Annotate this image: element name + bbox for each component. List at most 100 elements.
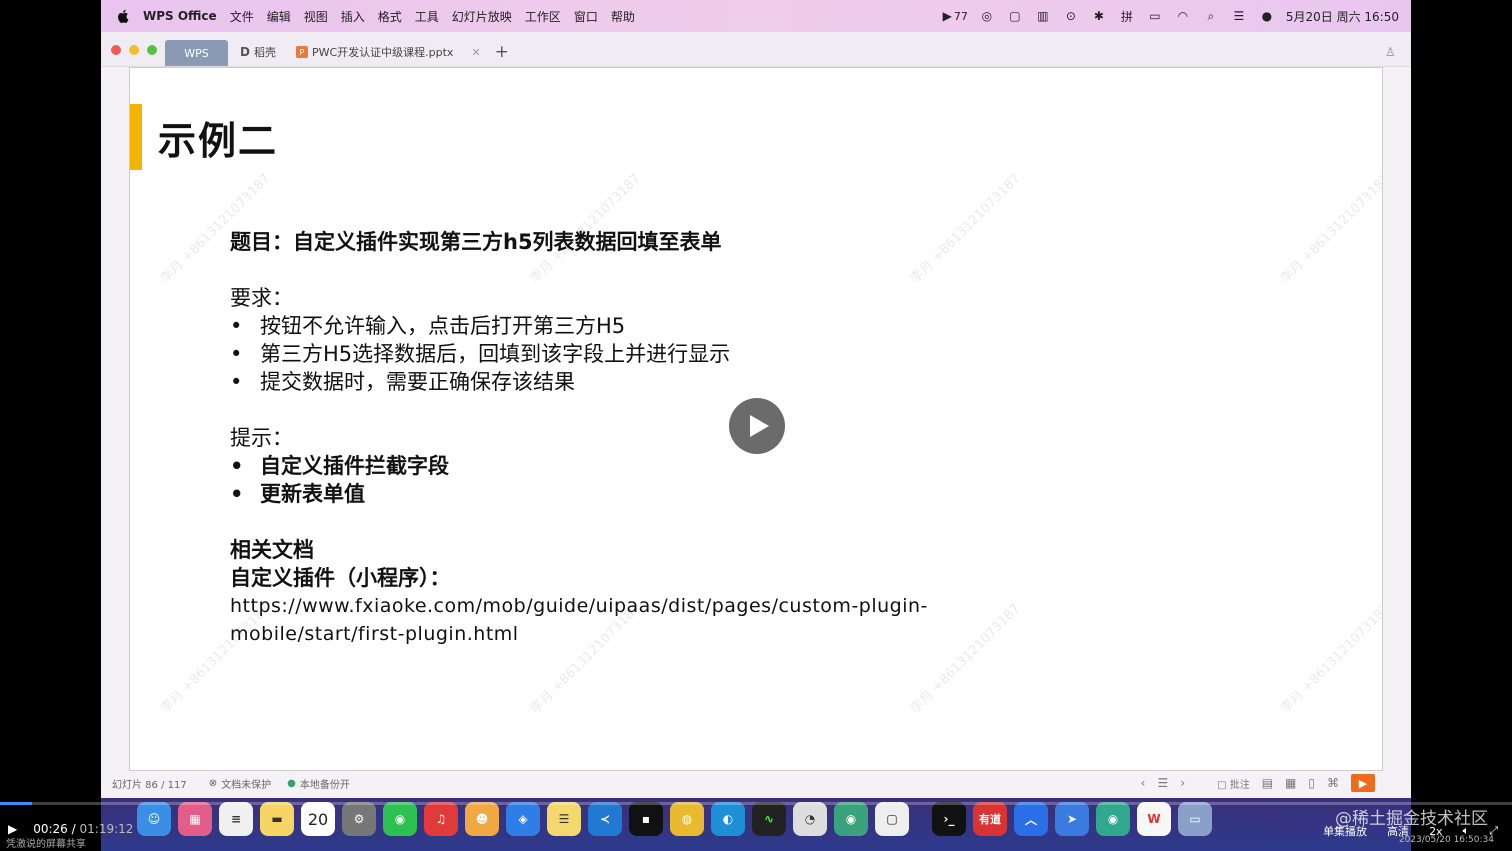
- menu-status-area: ▶ 77 ◎ ▢ ▥ ⊙ ✱ 拼 ▭ ◠ ⌕ ☰ ● 5月20日 周六 16:50: [943, 0, 1399, 32]
- game-app-icon[interactable]: ☻: [465, 802, 499, 836]
- outline-icon[interactable]: ☰: [1157, 776, 1168, 790]
- window-titlebar: WPS D 稻壳 P PWC开发认证中级课程.pptx ✕ + ♙: [101, 32, 1411, 67]
- notes-icon[interactable]: ▬: [260, 802, 294, 836]
- menu-datetime[interactable]: 5月20日 周六 16:50: [1286, 8, 1399, 25]
- menu-tools[interactable]: 工具: [415, 8, 439, 25]
- netease-music-icon[interactable]: ♫: [424, 802, 458, 836]
- search-icon[interactable]: ⌕: [1202, 9, 1220, 23]
- wps-window: WPS D 稻壳 P PWC开发认证中级课程.pptx ✕ + ♙ 示例二 李月…: [101, 32, 1411, 798]
- menu-window[interactable]: 窗口: [574, 8, 598, 25]
- reminders-icon[interactable]: ≡: [219, 802, 253, 836]
- menu-app-name[interactable]: WPS Office: [143, 9, 217, 23]
- player-total-time: 01:19:12: [79, 822, 134, 836]
- youdao-icon[interactable]: 有道: [973, 802, 1007, 836]
- annotate-button[interactable]: □ 批注: [1217, 776, 1250, 791]
- player-play-icon[interactable]: ▶: [8, 822, 17, 836]
- hint-item: • 自定义插件拦截字段: [230, 454, 449, 478]
- sync-icon[interactable]: ◎: [978, 9, 996, 23]
- question-text: 题目：自定义插件实现第三方h5列表数据回填至表单: [230, 230, 722, 254]
- normal-view-icon[interactable]: ▤: [1262, 776, 1273, 790]
- play-circle-icon[interactable]: ⊙: [1062, 9, 1080, 23]
- close-window-button[interactable]: [111, 45, 121, 55]
- tab-document[interactable]: P PWC开发认证中级课程.pptx ✕: [295, 44, 481, 60]
- status-bar: 幻灯片 86 / 117 ⊗ 文档未保护 ● 本地备份开 ‹ ☰ › □ 批注 …: [101, 772, 1411, 794]
- keyboard-icon[interactable]: ▥: [1034, 9, 1052, 23]
- new-tab-button[interactable]: +: [495, 42, 509, 62]
- menu-workspace[interactable]: 工作区: [525, 8, 561, 25]
- chat-app-icon[interactable]: ◔: [793, 802, 827, 836]
- player-current-time: 00:26: [33, 822, 68, 836]
- tab-wps-home[interactable]: WPS: [165, 40, 228, 66]
- pptx-file-icon: P: [295, 46, 308, 58]
- player-controls-left: ▶ 00:26 / 01:19:12: [8, 822, 133, 836]
- tab-document-label: PWC开发认证中级课程.pptx: [311, 46, 454, 59]
- simulator-icon[interactable]: ▢: [875, 802, 909, 836]
- menu-slideshow[interactable]: 幻灯片放映: [452, 8, 512, 25]
- bluetooth-icon[interactable]: ✱: [1090, 9, 1108, 23]
- requirements-label: 要求：: [230, 286, 293, 310]
- terminal-icon[interactable]: ▪: [629, 802, 663, 836]
- finder-icon[interactable]: ☺: [137, 802, 171, 836]
- menu-format[interactable]: 格式: [378, 8, 402, 25]
- slideshow-play-button[interactable]: ▶: [1351, 774, 1375, 792]
- wps-office-icon[interactable]: W: [1137, 802, 1171, 836]
- slide-canvas[interactable]: 示例二 李月 +8613121073187 李月 +8613121073187 …: [129, 67, 1383, 771]
- grid-view-icon[interactable]: ▦: [1285, 776, 1296, 790]
- app-icon-green[interactable]: ◉: [834, 802, 868, 836]
- stickies-icon[interactable]: ☰: [547, 802, 581, 836]
- doc-url-line-1: https://www.fxiaoke.com/mob/guide/uipaas…: [230, 595, 928, 617]
- user-avatar-icon[interactable]: ♙: [1385, 45, 1399, 59]
- screen-share-label: 凭激说的屏幕共享: [6, 839, 86, 850]
- chrome-icon[interactable]: ◍: [670, 802, 704, 836]
- menu-insert[interactable]: 插入: [341, 8, 365, 25]
- feishu-icon[interactable]: ︿: [1014, 802, 1048, 836]
- requirement-item: • 按钮不允许输入，点击后打开第三方H5: [230, 314, 626, 338]
- video-progress-bar[interactable]: [0, 802, 1512, 805]
- wechat-icon[interactable]: ◉: [383, 802, 417, 836]
- tab-docer[interactable]: D 稻壳: [240, 44, 276, 60]
- launchpad-icon[interactable]: ▦: [178, 802, 212, 836]
- menu-help[interactable]: 帮助: [611, 8, 635, 25]
- input-method-icon[interactable]: 拼: [1118, 9, 1136, 24]
- calendar-icon[interactable]: 20: [301, 802, 335, 836]
- battery-icon[interactable]: ▭: [1146, 9, 1164, 23]
- camera-icon[interactable]: ⌘: [1327, 776, 1339, 790]
- next-slide-icon[interactable]: ›: [1180, 776, 1185, 790]
- menu-view[interactable]: 视图: [304, 8, 328, 25]
- slide-counter[interactable]: 幻灯片 86 / 117: [112, 776, 187, 791]
- vscode-icon[interactable]: ≺: [588, 802, 622, 836]
- reading-view-icon[interactable]: ▯: [1308, 776, 1315, 790]
- app-icon-teal[interactable]: ◉: [1096, 802, 1130, 836]
- tab-docer-label: 稻壳: [253, 46, 276, 59]
- dock-icons: ☺ ▦ ≡ ▬ 20 ⚙ ◉ ♫ ☻ ◈ ☰ ≺ ▪ ◍ ◐ ∿ ◔ ◉ ▢ ›…: [137, 802, 1212, 836]
- maximize-window-button[interactable]: [147, 45, 157, 55]
- menu-file[interactable]: 文件: [230, 8, 254, 25]
- prev-slide-icon[interactable]: ‹: [1141, 776, 1146, 790]
- hints-label: 提示：: [230, 426, 293, 450]
- screen-capture: WPS Office 文件 编辑 视图 插入 格式 工具 幻灯片放映 工作区 窗…: [101, 0, 1411, 851]
- doc-protection[interactable]: ⊗ 文档未保护: [209, 776, 271, 791]
- tab-close-icon[interactable]: ✕: [471, 46, 480, 59]
- minimize-window-button[interactable]: [129, 45, 139, 55]
- docs-sub-label: 自定义插件（小程序）：: [230, 566, 451, 590]
- system-settings-icon[interactable]: ⚙: [342, 802, 376, 836]
- edge-icon[interactable]: ◐: [711, 802, 745, 836]
- video-play-button[interactable]: [729, 398, 785, 454]
- siri-icon[interactable]: ●: [1258, 9, 1276, 23]
- cursor-app-count: 77: [953, 9, 968, 23]
- play-icon: [750, 415, 769, 437]
- screenshot-app-icon[interactable]: ▭: [1178, 802, 1212, 836]
- lark-icon[interactable]: ➤: [1055, 802, 1089, 836]
- control-center-icon[interactable]: ☰: [1230, 9, 1248, 23]
- apple-icon[interactable]: [117, 9, 129, 23]
- window-icon[interactable]: ▢: [1006, 9, 1024, 23]
- maps-icon[interactable]: ◈: [506, 802, 540, 836]
- cursor-app-icon[interactable]: ▶ 77: [943, 9, 968, 23]
- requirement-item: • 提交数据时，需要正确保存该结果: [230, 370, 575, 394]
- menu-edit[interactable]: 编辑: [267, 8, 291, 25]
- wifi-icon[interactable]: ◠: [1174, 9, 1192, 23]
- activity-monitor-icon[interactable]: ∿: [752, 802, 786, 836]
- iterm-icon[interactable]: ›_: [932, 802, 966, 836]
- local-backup[interactable]: ● 本地备份开: [287, 776, 350, 791]
- playlist-mode-button[interactable]: 单集播放: [1323, 823, 1367, 839]
